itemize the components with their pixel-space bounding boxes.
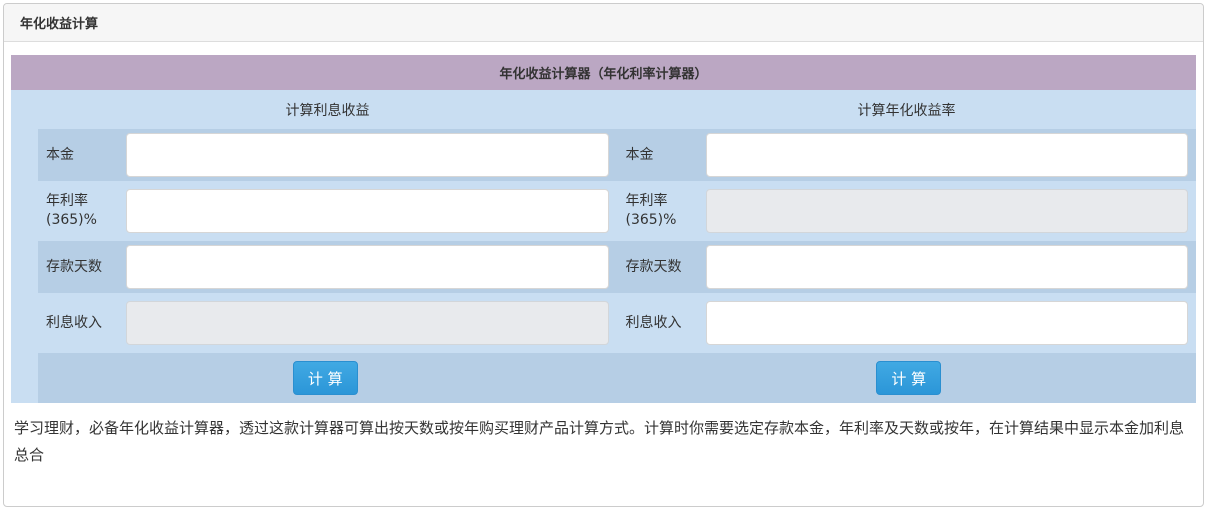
interest-income-label-left: 利息收入 [46, 314, 102, 331]
interest-income-input-right[interactable] [705, 301, 1188, 345]
row-interest-income: 利息收入 利息收入 [38, 297, 1196, 349]
button-row: 计 算 计 算 [38, 353, 1196, 403]
button-area-left: 计 算 [38, 353, 613, 403]
principal-label-left: 本金 [46, 146, 74, 163]
principal-input-left[interactable] [126, 133, 609, 177]
deposit-days-input-right[interactable] [705, 245, 1188, 289]
cell-principal-left: 本金 [38, 133, 609, 177]
cell-annual-rate-left: 年利率 (365)% [38, 189, 609, 233]
annual-rate-input-left[interactable] [126, 189, 609, 233]
annualized-yield-panel: 年化收益计算 年化收益计算器（年化利率计算器） 计算利息收益 计算年化收益率 本… [3, 3, 1204, 507]
cell-annual-rate-right: 年利率 (365)% [618, 189, 1188, 233]
annual-rate-label-right: 年利率 (365)% [625, 193, 677, 228]
row-deposit-days: 存款天数 存款天数 [38, 241, 1196, 293]
interest-income-output-left [126, 301, 609, 345]
annual-rate-output-right [705, 189, 1188, 233]
principal-input-right[interactable] [705, 133, 1188, 177]
row-annual-rate: 年利率 (365)% 年利率 (365)% [38, 185, 1196, 237]
deposit-days-input-left[interactable] [126, 245, 609, 289]
cell-interest-income-left: 利息收入 [38, 301, 609, 345]
calculator-title: 年化收益计算器（年化利率计算器） [11, 55, 1196, 90]
deposit-days-label-right: 存款天数 [625, 258, 682, 275]
principal-label-right: 本金 [625, 146, 654, 163]
column-header-interest-income: 计算利息收益 [285, 102, 370, 119]
interest-income-label-right: 利息收入 [625, 314, 682, 331]
cell-interest-income-right: 利息收入 [618, 301, 1188, 345]
row-principal: 本金 本金 [38, 129, 1196, 181]
column-header-annualized-rate: 计算年化收益率 [857, 102, 956, 119]
column-headers: 计算利息收益 计算年化收益率 [38, 90, 1196, 129]
cell-deposit-days-right: 存款天数 [618, 245, 1188, 289]
calculate-button-right[interactable]: 计 算 [876, 361, 942, 395]
calculator-description: 学习理财，必备年化收益计算器，透过这款计算器可算出按天数或按年购买理财产品计算方… [14, 419, 1185, 464]
cell-principal-right: 本金 [618, 133, 1188, 177]
deposit-days-label-left: 存款天数 [46, 258, 102, 275]
calculate-button-left[interactable]: 计 算 [292, 361, 358, 395]
button-area-right: 计 算 [622, 353, 1197, 403]
cell-deposit-days-left: 存款天数 [38, 245, 609, 289]
panel-title: 年化收益计算 [4, 4, 1203, 42]
calculator-table: 年化收益计算器（年化利率计算器） 计算利息收益 计算年化收益率 本金 本金 年利… [11, 55, 1196, 403]
panel-body: 年化收益计算器（年化利率计算器） 计算利息收益 计算年化收益率 本金 本金 年利… [4, 42, 1203, 469]
annual-rate-label-left: 年利率 (365)% [46, 193, 97, 228]
